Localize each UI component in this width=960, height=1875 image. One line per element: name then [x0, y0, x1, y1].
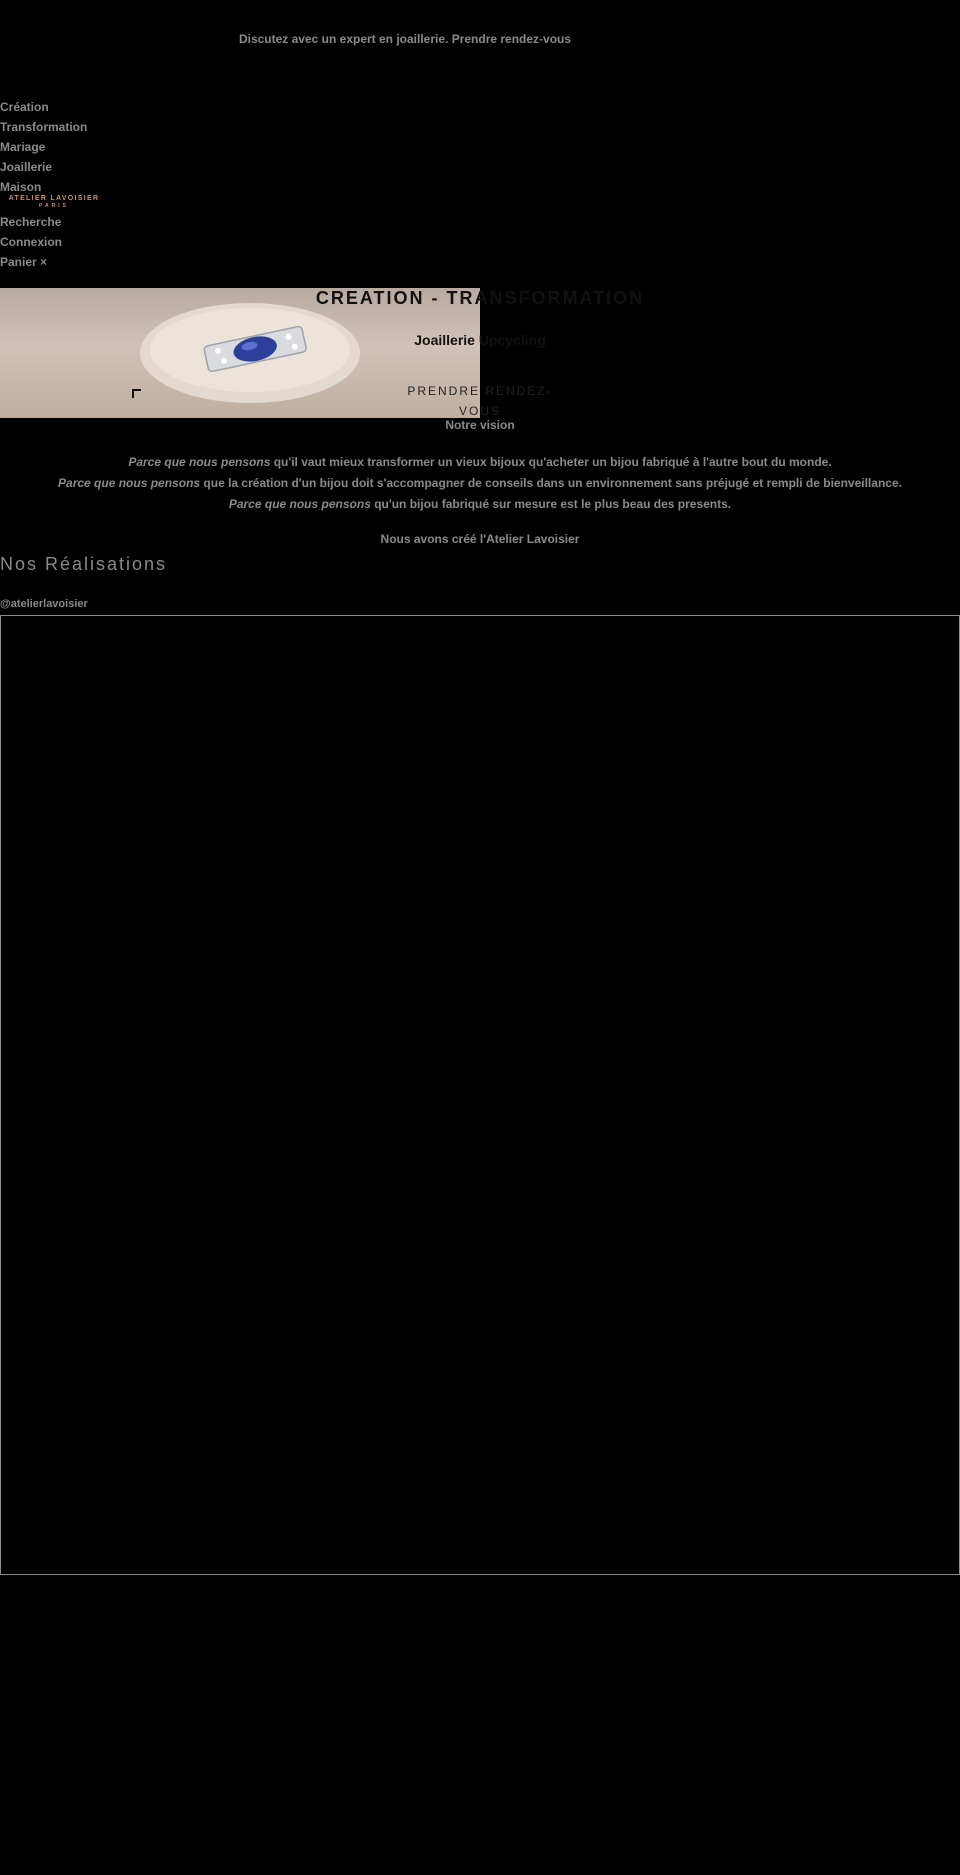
nav-item-creation[interactable]: Création [0, 97, 87, 117]
value-line: Parce que nous pensons qu'un bijou fabri… [228, 497, 732, 511]
hero-subtitle: Joaillerie Upcycling [414, 332, 546, 348]
main-nav: Création Transformation Mariage Joailler… [0, 97, 87, 197]
brand-logo[interactable]: ATELIER LAVOISIER PARIS [0, 195, 108, 209]
nav-item-mariage[interactable]: Mariage [0, 137, 87, 157]
value-line: Parce que nous pensons que la création d… [58, 476, 902, 490]
announcement-bar[interactable]: Discutez avec un expert en joaillerie. P… [0, 32, 810, 46]
utility-nav: Recherche Connexion Panier × [0, 212, 62, 272]
realisations-title: Nos Réalisations [0, 554, 168, 574]
search-link[interactable]: Recherche [0, 212, 62, 232]
nav-item-maison[interactable]: Maison [0, 177, 87, 197]
logo-city: PARIS [39, 203, 69, 209]
hero-title: CREATION - TRANSFORMATION [315, 288, 645, 308]
book-appointment-button[interactable]: PRENDRE RENDEZ-VOUS [400, 380, 560, 422]
values-closing: Nous avons créé l'Atelier Lavoisier [380, 532, 580, 546]
nav-item-joaillerie[interactable]: Joaillerie [0, 157, 87, 177]
nav-item-transformation[interactable]: Transformation [0, 117, 87, 137]
instagram-feed-frame[interactable] [0, 615, 960, 1575]
login-link[interactable]: Connexion [0, 232, 62, 252]
vision-link[interactable]: Notre vision [0, 418, 960, 432]
cart-link[interactable]: Panier × [0, 252, 62, 272]
instagram-handle[interactable]: @atelierlavoisier [0, 598, 88, 610]
value-line: Parce que nous pensons qu'il vaut mieux … [128, 455, 832, 469]
values-text: Parce que nous pensons qu'il vaut mieux … [0, 452, 960, 515]
logo-wordmark: ATELIER LAVOISIER [8, 195, 100, 202]
